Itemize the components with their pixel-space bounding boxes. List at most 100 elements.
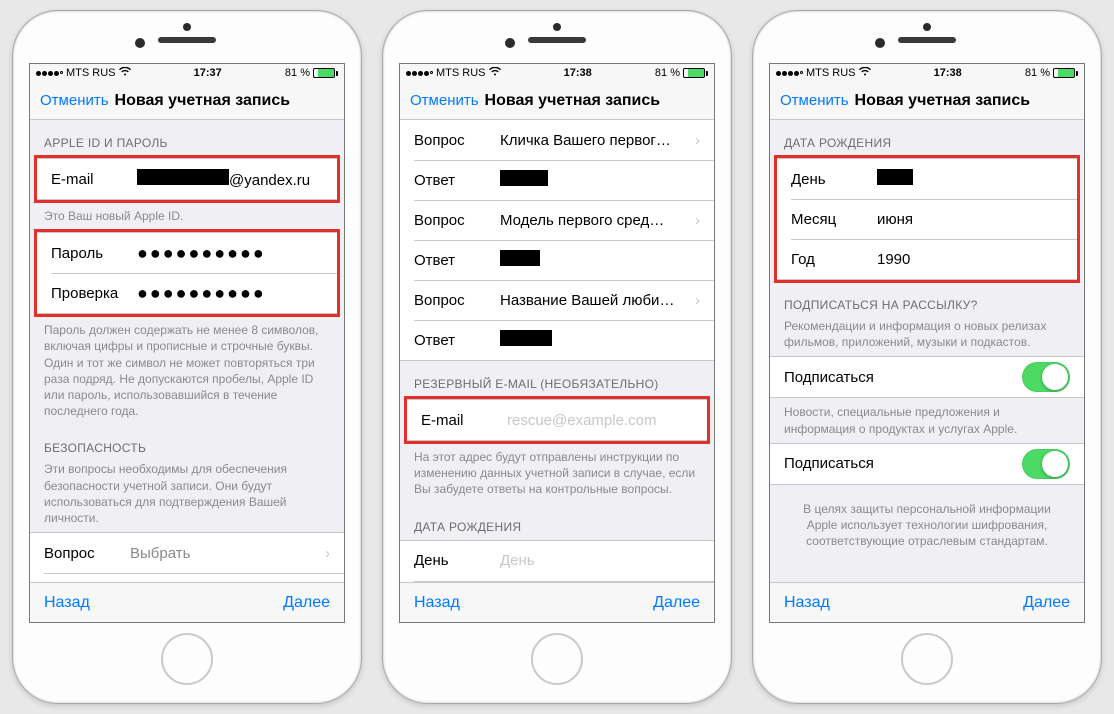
cancel-button[interactable]: Отменить [780, 92, 849, 109]
password-value: ●●●●●●●●●● [137, 244, 323, 262]
page-title: Новая учетная запись [485, 92, 661, 110]
chevron-right-icon: › [695, 212, 700, 229]
chevron-right-icon: › [695, 292, 700, 309]
question2-row[interactable]: Вопрос Модель первого сред… › [400, 200, 714, 240]
question-label: Вопрос [44, 545, 130, 562]
year-label: Год [791, 251, 877, 268]
clock: 17:38 [564, 67, 592, 79]
signal-dots-icon [776, 71, 803, 76]
subscribe2-toggle[interactable] [1022, 449, 1070, 479]
year-value: 1990 [877, 251, 1063, 268]
toolbar: Назад Далее [770, 582, 1084, 622]
highlight-password: Пароль ●●●●●●●●●● Проверка ●●●●●●●●●● [34, 229, 340, 317]
content: ДАТА РОЖДЕНИЯ День Месяц июня Год 1990 [770, 120, 1084, 582]
question-label: Вопрос [414, 132, 500, 149]
chevron-right-icon: › [695, 132, 700, 149]
day-label: День [414, 552, 500, 569]
question2-value: Модель первого сред… [500, 212, 695, 229]
carrier-label: MTS RUS [66, 67, 116, 79]
back-button[interactable]: Назад [784, 594, 830, 612]
clock: 17:37 [194, 67, 222, 79]
nav-bar: Отменить Новая учетная запись [770, 82, 1084, 120]
carrier-label: MTS RUS [806, 67, 856, 79]
email-label: E-mail [51, 171, 137, 188]
question-value: Выбрать [130, 545, 325, 562]
highlight-dob: День Месяц июня Год 1990 [774, 155, 1080, 283]
clock: 17:38 [934, 67, 962, 79]
status-bar: MTS RUS 17:38 81 % [770, 64, 1084, 82]
day-placeholder: День [500, 552, 700, 569]
answer3-row[interactable]: Ответ [400, 320, 714, 360]
cancel-button[interactable]: Отменить [410, 92, 479, 109]
wifi-icon [489, 67, 501, 79]
next-button[interactable]: Далее [283, 594, 330, 612]
content: Вопрос Кличка Вашего первог… › Ответ Воп… [400, 120, 714, 582]
wifi-icon [859, 67, 871, 79]
answer-row[interactable]: Ответ [30, 573, 344, 582]
question3-row[interactable]: Вопрос Название Вашей люби… › [400, 280, 714, 320]
front-camera [875, 38, 885, 48]
redacted-day [877, 169, 913, 185]
day-row[interactable]: День День [400, 541, 714, 581]
section-header-appleid: APPLE ID И ПАРОЛЬ [30, 120, 344, 156]
battery-icon [1053, 68, 1078, 78]
proximity-sensor [553, 23, 561, 31]
battery-percent: 81 % [285, 67, 310, 79]
nav-bar: Отменить Новая учетная запись [400, 82, 714, 120]
day-row[interactable]: День [777, 159, 1077, 199]
next-button[interactable]: Далее [653, 594, 700, 612]
subscribe1-toggle[interactable] [1022, 362, 1070, 392]
answer1-row[interactable]: Ответ [400, 160, 714, 200]
status-bar: MTS RUS 17:37 81 % [30, 64, 344, 82]
question-row[interactable]: Вопрос Выбрать › [30, 533, 344, 573]
back-button[interactable]: Назад [414, 594, 460, 612]
carrier-label: MTS RUS [436, 67, 486, 79]
battery-percent: 81 % [1025, 67, 1050, 79]
battery-icon [313, 68, 338, 78]
speaker-grille [158, 37, 216, 43]
battery-percent: 81 % [655, 67, 680, 79]
privacy-footer: В целях защиты персональной информации A… [770, 485, 1084, 566]
email-row[interactable]: E-mail @yandex.ru [37, 159, 337, 199]
email-footer: Это Ваш новый Apple ID. [30, 202, 344, 230]
question1-row[interactable]: Вопрос Кличка Вашего первог… › [400, 120, 714, 160]
nav-bar: Отменить Новая учетная запись [30, 82, 344, 120]
rescue-email-label: E-mail [421, 412, 507, 429]
answer-label: Ответ [414, 172, 500, 189]
rescue-email-row[interactable]: E-mail rescue@example.com [407, 400, 707, 440]
month-row[interactable]: Месяц Месяц [400, 581, 714, 582]
toolbar: Назад Далее [30, 582, 344, 622]
status-bar: MTS RUS 17:38 81 % [400, 64, 714, 82]
subscribe2-label: Подписаться [784, 455, 1022, 472]
screen: MTS RUS 17:38 81 % Отменить Новая учетна… [399, 63, 715, 623]
next-button[interactable]: Далее [1023, 594, 1070, 612]
verify-row[interactable]: Проверка ●●●●●●●●●● [37, 273, 337, 313]
month-row[interactable]: Месяц июня [777, 199, 1077, 239]
answer2-row[interactable]: Ответ [400, 240, 714, 280]
verify-label: Проверка [51, 285, 137, 302]
redacted-email [137, 169, 229, 185]
phone-2: MTS RUS 17:38 81 % Отменить Новая учетна… [382, 10, 732, 704]
home-button[interactable] [161, 633, 213, 685]
section-header-security: БЕЗОПАСНОСТЬ [30, 425, 344, 461]
phone-3: MTS RUS 17:38 81 % Отменить Новая учетна… [752, 10, 1102, 704]
password-row[interactable]: Пароль ●●●●●●●●●● [37, 233, 337, 273]
signal-dots-icon [36, 71, 63, 76]
front-camera [505, 38, 515, 48]
back-button[interactable]: Назад [44, 594, 90, 612]
section-header-rescue: РЕЗЕРВНЫЙ E-MAIL (НЕОБЯЗАТЕЛЬНО) [400, 361, 714, 397]
question-label: Вопрос [414, 212, 500, 229]
content: APPLE ID И ПАРОЛЬ E-mail @yandex.ru Это … [30, 120, 344, 582]
page-title: Новая учетная запись [115, 92, 291, 110]
phone-1: MTS RUS 17:37 81 % Отменить Новая учетна… [12, 10, 362, 704]
answer-label: Ответ [414, 332, 500, 349]
home-button[interactable] [531, 633, 583, 685]
highlight-email: E-mail @yandex.ru [34, 155, 340, 203]
proximity-sensor [923, 23, 931, 31]
section-header-dob: ДАТА РОЖДЕНИЯ [400, 504, 714, 540]
home-button[interactable] [901, 633, 953, 685]
cancel-button[interactable]: Отменить [40, 92, 109, 109]
subscribe1-row: Подписаться [770, 357, 1084, 397]
year-row[interactable]: Год 1990 [777, 239, 1077, 279]
speaker-grille [898, 37, 956, 43]
